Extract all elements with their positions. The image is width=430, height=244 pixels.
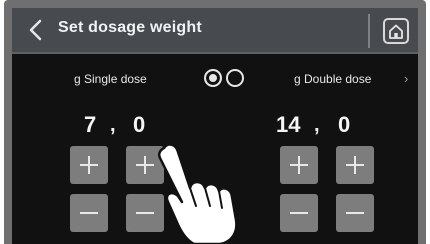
pointing-hand-icon xyxy=(157,143,238,244)
plus-icon xyxy=(346,156,364,174)
single-decimal-value: 0 xyxy=(133,112,146,137)
double-whole-plus-button[interactable] xyxy=(280,146,318,184)
double-decimal-value: 0 xyxy=(338,112,351,137)
header-divider xyxy=(368,14,370,48)
double-dose-label: g Double dose xyxy=(294,72,372,86)
double-dose-radio[interactable] xyxy=(226,69,244,87)
single-dose-radio[interactable] xyxy=(204,69,222,87)
single-dose-label: g Single dose xyxy=(74,72,147,86)
double-whole-value: 14 xyxy=(276,112,301,137)
double-decimal-minus-button[interactable] xyxy=(336,194,374,232)
plus-icon xyxy=(80,156,98,174)
double-whole-minus-button[interactable] xyxy=(280,194,318,232)
page-title: Set dosage weight xyxy=(58,19,202,36)
single-whole-plus-button[interactable] xyxy=(70,146,108,184)
double-decimal-plus-button[interactable] xyxy=(336,146,374,184)
single-whole-minus-button[interactable] xyxy=(70,194,108,232)
double-separator: , xyxy=(314,114,320,136)
minus-icon xyxy=(80,212,98,214)
single-whole-value: 7 xyxy=(84,112,97,137)
plus-icon xyxy=(290,156,308,174)
chevron-right-icon[interactable]: › xyxy=(404,71,408,86)
minus-icon xyxy=(290,212,308,214)
minus-icon xyxy=(346,212,364,214)
back-chevron-icon[interactable] xyxy=(26,18,46,42)
header-bar: Set dosage weight xyxy=(12,8,418,54)
single-separator: , xyxy=(110,114,116,136)
home-icon[interactable] xyxy=(383,18,409,44)
